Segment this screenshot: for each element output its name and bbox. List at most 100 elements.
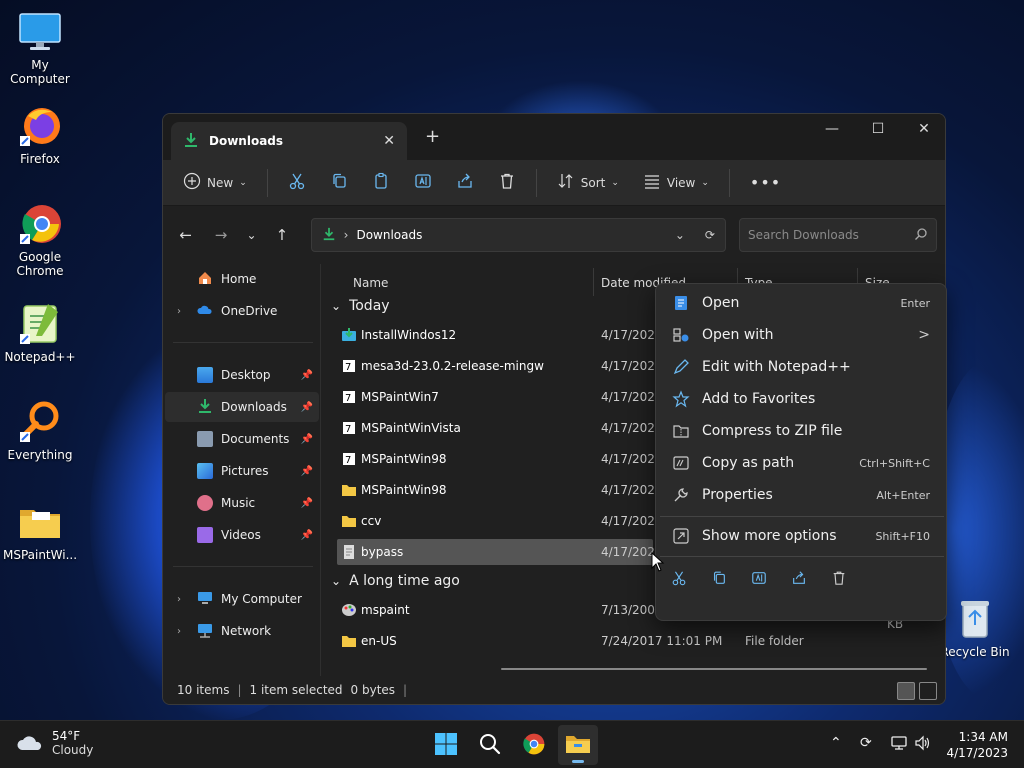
file-row[interactable]: MSPaintWin98 4/17/2023 <box>337 477 663 503</box>
share-button[interactable] <box>790 570 808 588</box>
weather-temp: 54°F <box>52 729 81 743</box>
menu-item-open-with[interactable]: Open with > <box>660 320 944 350</box>
chevron-down-icon[interactable]: ⌄ <box>675 228 685 242</box>
close-tab-icon[interactable]: ✕ <box>383 133 395 149</box>
menu-item-copy-path[interactable]: Copy as path Ctrl+Shift+C <box>660 448 944 478</box>
file-row[interactable]: ccv 4/17/2023 <box>337 508 663 534</box>
file-row[interactable]: en-US 7/24/2017 11:01 PM File folder <box>337 628 937 654</box>
download-icon <box>322 227 336 244</box>
menu-item-compress-zip[interactable]: Compress to ZIP file <box>660 416 944 446</box>
volume-control[interactable] <box>914 735 932 755</box>
copy-button[interactable] <box>710 570 728 588</box>
close-window-button[interactable]: ✕ <box>901 114 945 144</box>
new-tab-button[interactable]: + <box>425 126 440 147</box>
file-row[interactable]: 7 MSPaintWinVista 4/17/2023 <box>337 415 663 441</box>
rename-button[interactable] <box>750 570 768 588</box>
sync-status[interactable]: ⟳ <box>860 735 872 751</box>
desktop-icon-notepadpp[interactable]: Notepad++ <box>0 302 80 364</box>
sort-button[interactable]: Sort ⌄ <box>547 167 629 199</box>
download-icon <box>183 132 199 151</box>
clipboard-icon <box>372 172 390 193</box>
desktop-icon-mspaint-folder[interactable]: MSPaintWi... <box>0 500 80 562</box>
column-header-name[interactable]: Name <box>353 276 388 290</box>
network-status[interactable] <box>890 735 908 755</box>
delete-button[interactable] <box>830 570 848 588</box>
recent-locations-button[interactable]: ⌄ <box>242 220 262 250</box>
menu-item-properties[interactable]: Properties Alt+Enter <box>660 480 944 510</box>
trash-icon <box>831 570 847 589</box>
start-button[interactable] <box>426 725 466 765</box>
desktop-icon-everything[interactable]: Everything <box>0 400 80 462</box>
refresh-icon[interactable]: ⟳ <box>705 228 715 242</box>
taskbar-search-button[interactable] <box>470 725 510 765</box>
taskbar-chrome[interactable] <box>514 725 554 765</box>
sidebar-item-documents[interactable]: Documents 📌 <box>165 424 319 454</box>
chrome-icon <box>18 202 62 246</box>
sidebar-item-my-computer[interactable]: › My Computer <box>165 584 319 614</box>
folder-icon <box>341 633 357 649</box>
chevron-right-icon[interactable]: › <box>177 594 181 605</box>
column-divider[interactable] <box>593 268 594 296</box>
horizontal-scrollbar[interactable] <box>501 668 927 670</box>
file-row[interactable]: InstallWindos12 4/17/2023 <box>337 322 663 348</box>
menu-item-edit-notepadpp[interactable]: Edit with Notepad++ <box>660 352 944 382</box>
cut-button[interactable] <box>278 167 316 199</box>
view-toggle <box>897 682 937 700</box>
desktop-icon-recycle-bin[interactable]: Recycle Bin <box>935 597 1015 659</box>
desktop-icon-firefox[interactable]: Firefox <box>0 104 80 166</box>
forward-button[interactable]: → <box>206 220 235 250</box>
share-button[interactable] <box>446 167 484 199</box>
group-header-today[interactable]: ⌄ Today <box>331 298 390 314</box>
arrow-right-icon: → <box>214 226 228 244</box>
show-hidden-icons-button[interactable]: ⌃ <box>830 735 842 751</box>
sidebar-item-downloads[interactable]: Downloads 📌 <box>165 392 319 422</box>
file-row[interactable]: 7 mesa3d-23.0.2-release-mingw 4/17/2023 <box>337 353 663 379</box>
group-header-long-ago[interactable]: ⌄ A long time ago <box>331 573 460 589</box>
sidebar-item-home[interactable]: Home <box>165 264 319 294</box>
system-clock[interactable]: 1:34 AM 4/17/2023 <box>946 729 1008 761</box>
delete-button[interactable] <box>488 167 526 199</box>
speaker-icon <box>914 735 932 755</box>
svg-text:7: 7 <box>345 455 351 466</box>
chevron-right-icon[interactable]: › <box>177 306 181 317</box>
sidebar-item-videos[interactable]: Videos 📌 <box>165 520 319 550</box>
sidebar-item-desktop[interactable]: Desktop 📌 <box>165 360 319 390</box>
back-button[interactable]: ← <box>171 220 200 250</box>
taskbar-file-explorer[interactable] <box>558 725 598 765</box>
view-list-icon <box>643 172 661 193</box>
sidebar-item-onedrive[interactable]: › OneDrive <box>165 296 319 326</box>
chevron-down-icon: ⌄ <box>331 299 342 313</box>
tab-downloads[interactable]: Downloads ✕ <box>171 122 407 160</box>
large-icons-view-button[interactable] <box>919 682 937 700</box>
file-row-selected[interactable]: bypass 4/17/2023 <box>337 539 663 565</box>
svg-text:7: 7 <box>345 362 351 373</box>
view-button[interactable]: View ⌄ <box>633 167 719 199</box>
chevron-right-icon[interactable]: › <box>177 626 181 637</box>
sidebar-item-music[interactable]: Music 📌 <box>165 488 319 518</box>
maximize-button[interactable]: ☐ <box>855 114 901 144</box>
file-row[interactable]: 7 MSPaintWin98 4/17/2023 <box>337 446 663 472</box>
more-options-button[interactable]: ••• <box>740 167 791 199</box>
sidebar-item-label: My Computer <box>221 592 302 606</box>
menu-shortcut: Alt+Enter <box>876 488 930 502</box>
file-row[interactable]: 7 MSPaintWin7 4/17/2023 <box>337 384 663 410</box>
menu-item-open[interactable]: Open Enter <box>660 288 944 318</box>
desktop-icon-chrome[interactable]: Google Chrome <box>0 202 80 278</box>
copy-button[interactable] <box>320 167 358 199</box>
search-box[interactable] <box>738 218 938 252</box>
minimize-button[interactable]: — <box>809 114 855 144</box>
menu-item-add-favorites[interactable]: Add to Favorites <box>660 384 944 414</box>
search-input[interactable] <box>747 228 915 242</box>
details-view-button[interactable] <box>897 682 915 700</box>
cut-button[interactable] <box>670 570 688 588</box>
new-button[interactable]: New ⌄ <box>173 167 257 199</box>
menu-item-show-more[interactable]: Show more options Shift+F10 <box>660 521 944 551</box>
paste-button[interactable] <box>362 167 400 199</box>
sidebar-item-network[interactable]: › Network <box>165 616 319 646</box>
weather-widget[interactable]: 54°F Cloudy <box>16 729 93 757</box>
sidebar-item-pictures[interactable]: Pictures 📌 <box>165 456 319 486</box>
desktop-icon-my-computer[interactable]: My Computer <box>0 10 80 86</box>
rename-button[interactable] <box>404 167 442 199</box>
up-button[interactable]: ↑ <box>267 220 296 250</box>
address-bar[interactable]: › Downloads ⌄ ⟳ <box>310 218 726 252</box>
